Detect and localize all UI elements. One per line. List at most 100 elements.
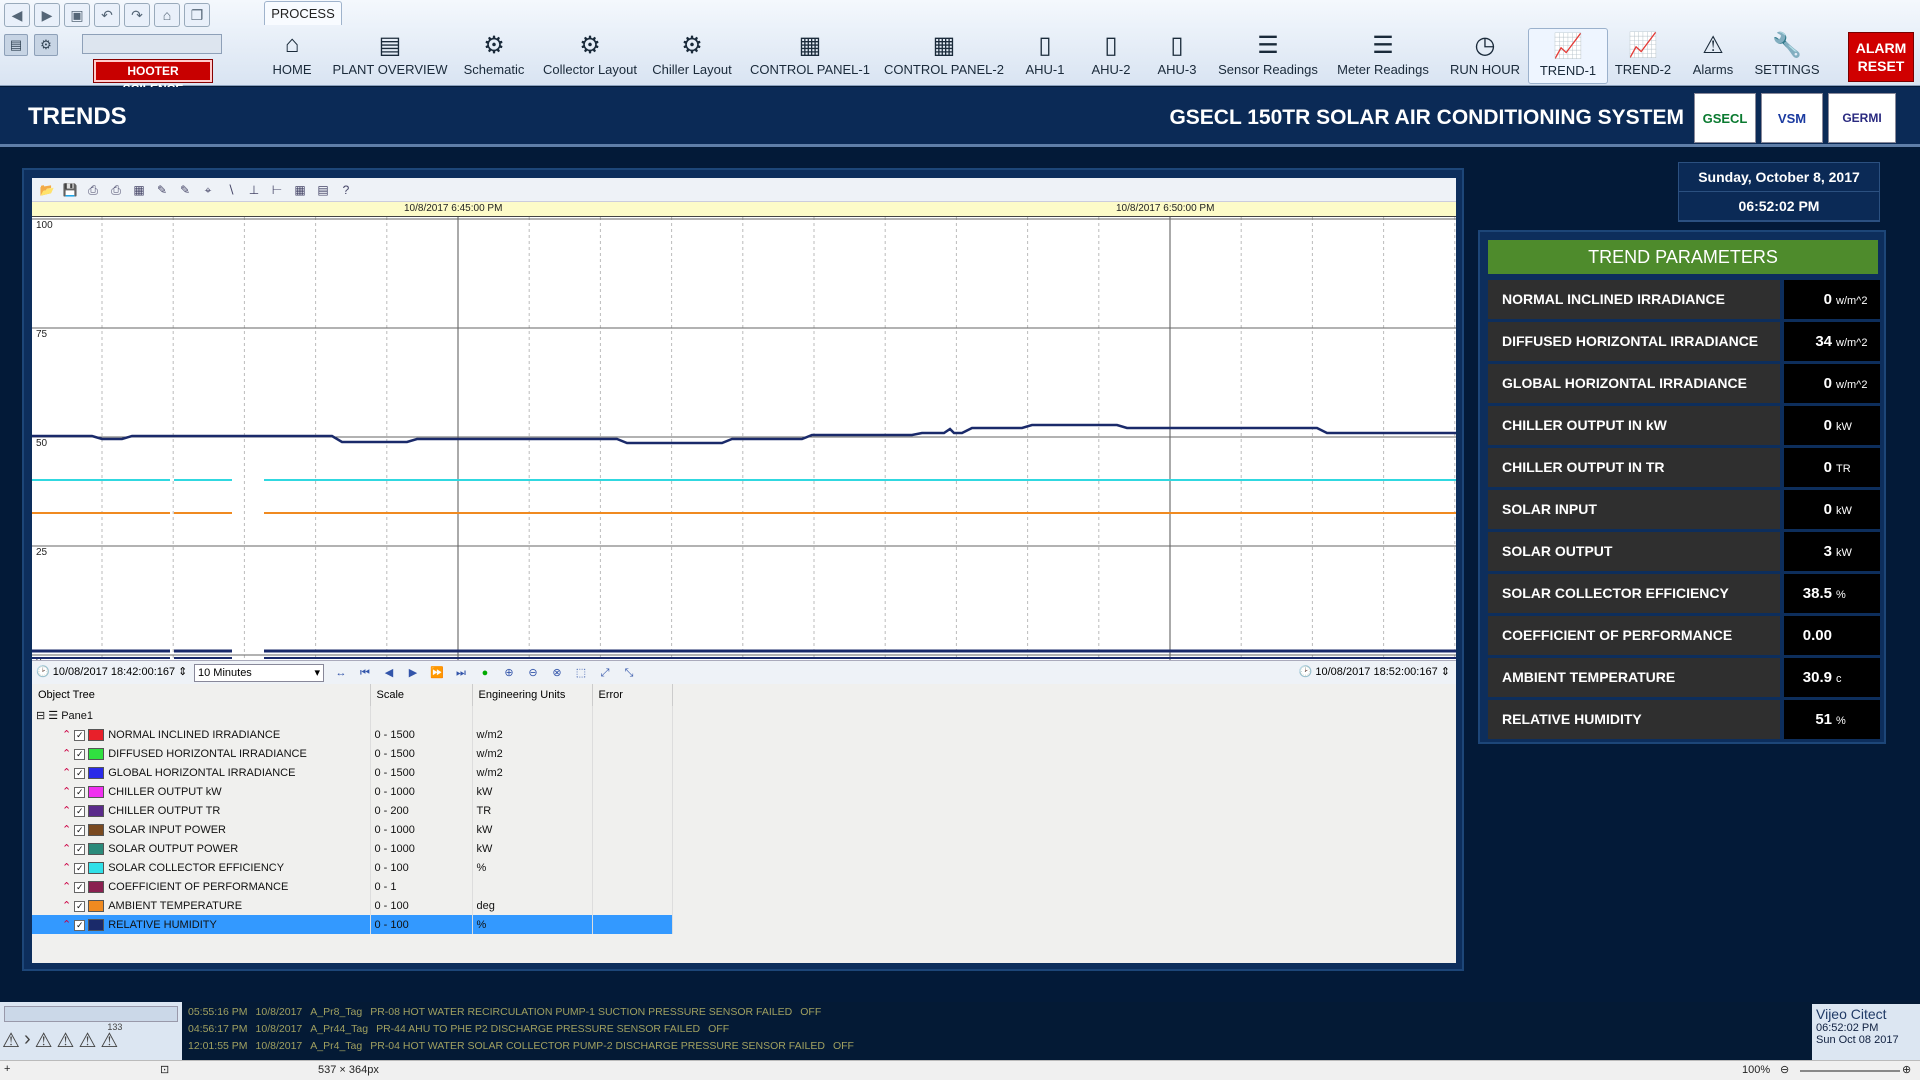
undo-icon[interactable]: ↶ <box>94 3 120 27</box>
alarm-bell-icon[interactable]: ⚠ <box>2 1028 20 1053</box>
export-icon[interactable]: ▦ <box>130 182 148 198</box>
fit-width-icon[interactable]: ↔ <box>332 664 350 682</box>
window-icon[interactable]: ▣ <box>64 3 90 27</box>
pen-row[interactable]: ⌃ ✓ NORMAL INCLINED IRRADIANCE 0 - 1500 w/m2 <box>32 725 673 744</box>
cursor-icon[interactable]: ⌖ <box>199 182 217 198</box>
pen-checkbox[interactable]: ✓ <box>74 900 86 912</box>
settings-small-icon[interactable]: ⚙ <box>34 34 58 56</box>
nav-home[interactable]: ⌂ HOME <box>252 28 332 84</box>
pen-checkbox[interactable]: ✓ <box>74 919 86 931</box>
zoom-out-icon[interactable]: ⊖ <box>524 664 542 682</box>
pen-checkbox[interactable]: ✓ <box>74 843 86 855</box>
span-select[interactable]: 10 Minutes ▾ <box>194 664 324 682</box>
forward-icon[interactable]: ▶ <box>34 3 60 27</box>
open-icon[interactable]: 📂 <box>38 182 56 198</box>
nav-sensor-readings[interactable]: ☰ Sensor Readings <box>1218 28 1318 84</box>
first-icon[interactable]: ⏮ <box>356 664 374 682</box>
print-icon[interactable]: ⎙ <box>84 182 102 198</box>
last-icon[interactable]: ⏭ <box>452 664 470 682</box>
help-icon[interactable]: ? <box>337 182 355 198</box>
nav-control-panel-1[interactable]: ▦ CONTROL PANEL-1 <box>750 28 870 84</box>
start-time-field[interactable]: 🕑 10/08/2017 18:42:00:167 ⇕ <box>36 665 187 678</box>
print-preview-icon[interactable]: ⎙ <box>107 182 125 198</box>
col-units[interactable]: Engineering Units <box>472 684 593 706</box>
alarm-reset-button[interactable]: ALARM RESET <box>1848 32 1914 82</box>
pen-row[interactable]: ⌃ ✓ COEFFICIENT OF PERFORMANCE 0 - 1 <box>32 877 673 896</box>
zoom-out-button[interactable]: ⊖ <box>1780 1063 1789 1076</box>
col-object-tree[interactable]: Object Tree <box>32 684 371 706</box>
pen-row[interactable]: ⌃ ✓ GLOBAL HORIZONTAL IRRADIANCE 0 - 1500 w/… <box>32 763 673 782</box>
nav-run-hour[interactable]: ◷ RUN HOUR <box>1445 28 1525 84</box>
prev-icon[interactable]: ◀ <box>380 664 398 682</box>
tab-process[interactable]: PROCESS <box>264 1 342 25</box>
pen-edit-icon[interactable]: ✎ <box>176 182 194 198</box>
nav-settings[interactable]: 🔧 SETTINGS <box>1747 28 1827 84</box>
expand-icon[interactable]: › <box>24 1028 31 1053</box>
copy-icon[interactable]: ❐ <box>184 3 210 27</box>
nav-alarms[interactable]: ⚠ Alarms <box>1673 28 1753 84</box>
nav-control-panel-2[interactable]: ▦ CONTROL PANEL-2 <box>884 28 1004 84</box>
nav-meter-readings[interactable]: ☰ Meter Readings <box>1337 28 1429 84</box>
hooter-input[interactable] <box>82 34 222 54</box>
pane-row[interactable]: ⊟ ☰ Pane1 <box>32 706 673 725</box>
pen-row[interactable]: ⌃ ✓ SOLAR COLLECTOR EFFICIENCY 0 - 100% <box>32 858 673 877</box>
grid-icon[interactable]: ▦ <box>291 182 309 198</box>
alarm-line[interactable]: 12:01:55 PM 10/8/2017 A_Pr4_Tag PR-04 HOT W… <box>188 1040 862 1052</box>
properties-icon[interactable]: ▤ <box>314 182 332 198</box>
next-icon[interactable]: ▶ <box>404 664 422 682</box>
silence-icon[interactable]: ⚠ <box>57 1028 75 1053</box>
printer-icon[interactable]: ▤ <box>4 34 28 56</box>
nav-plant-overview[interactable]: ▤ PLANT OVERVIEW <box>332 28 447 84</box>
alarm-count-icon[interactable]: ⚠ 133 <box>100 1022 122 1053</box>
pen-row[interactable]: ⌃ ✓ SOLAR INPUT POWER 0 - 1000 kW <box>32 820 673 839</box>
pen-checkbox[interactable]: ✓ <box>74 748 86 760</box>
pen-checkbox[interactable]: ✓ <box>74 767 86 779</box>
ruler-icon[interactable]: ⊢ <box>268 182 286 198</box>
zoom-in-icon[interactable]: ⊕ <box>500 664 518 682</box>
live-icon[interactable]: ● <box>476 664 494 682</box>
alarm-list-icon[interactable]: ⚠ <box>78 1028 96 1053</box>
pen-checkbox[interactable]: ✓ <box>74 824 86 836</box>
pen-row[interactable]: ⌃ ✓ RELATIVE HUMIDITY 0 - 100% <box>32 915 673 934</box>
pen-row[interactable]: ⌃ ✓ CHILLER OUTPUT kW 0 - 1000 kW <box>32 782 673 801</box>
pen-row[interactable]: ⌃ ✓ AMBIENT TEMPERATURE 0 - 100 deg <box>32 896 673 915</box>
pen-row[interactable]: ⌃ ✓ SOLAR OUTPUT POWER 0 - 1000 kW <box>32 839 673 858</box>
col-scale[interactable]: Scale <box>370 684 473 706</box>
pen-checkbox[interactable]: ✓ <box>74 805 86 817</box>
nav-collector-layout[interactable]: ⚙ Collector Layout <box>543 28 637 84</box>
nav-trend-1[interactable]: 📈 TREND-1 <box>1528 28 1608 84</box>
pen-checkbox[interactable]: ✓ <box>74 786 86 798</box>
trend-plot[interactable]: 1007550250 <box>32 216 1456 667</box>
zoom-reset-icon[interactable]: ⊗ <box>548 664 566 682</box>
alarm-line[interactable]: 05:55:16 PM 10/8/2017 A_Pr8_Tag PR-08 HOT W… <box>188 1006 829 1018</box>
param-row: AMBIENT TEMPERATURE 30.9 c <box>1488 658 1880 697</box>
home-small-icon[interactable]: ⌂ <box>154 3 180 27</box>
ack-icon[interactable]: ⚠ <box>35 1028 53 1053</box>
marker-icon[interactable]: ⊥ <box>245 182 263 198</box>
nav-trend-2[interactable]: 📈 TREND-2 <box>1603 28 1683 84</box>
col-error[interactable]: Error <box>592 684 673 706</box>
redo-icon[interactable]: ↷ <box>124 3 150 27</box>
end-time-field[interactable]: 🕑 10/08/2017 18:52:00:167 ⇕ <box>1299 665 1450 678</box>
fast-forward-icon[interactable]: ⏩ <box>428 664 446 682</box>
pen-checkbox[interactable]: ✓ <box>74 729 86 741</box>
nav-ahu-3[interactable]: ▯ AHU-3 <box>1137 28 1217 84</box>
fit-icon[interactable]: ⤢ <box>596 664 614 682</box>
zoom-in-button[interactable]: ⊕ <box>1902 1063 1911 1076</box>
nav-chiller-layout[interactable]: ⚙ Chiller Layout <box>652 28 732 84</box>
zoom-box-icon[interactable]: ⬚ <box>572 664 590 682</box>
add-icon[interactable]: + <box>4 1063 10 1075</box>
zoom-slider[interactable] <box>1800 1070 1900 1072</box>
back-icon[interactable]: ◀ <box>4 3 30 27</box>
hooter-silence-button[interactable]: HOOTER SCILENCE <box>93 59 213 96</box>
pen-row[interactable]: ⌃ ✓ DIFFUSED HORIZONTAL IRRADIANCE 0 - 1500… <box>32 744 673 763</box>
pen-checkbox[interactable]: ✓ <box>74 881 86 893</box>
alarm-line[interactable]: 04:56:17 PM 10/8/2017 A_Pr44_Tag PR-44 AHU … <box>188 1023 737 1035</box>
pen-icon[interactable]: ✎ <box>153 182 171 198</box>
autoscale-icon[interactable]: ⤡ <box>620 664 638 682</box>
pen-checkbox[interactable]: ✓ <box>74 862 86 874</box>
nav-schematic[interactable]: ⚙ Schematic <box>454 28 534 84</box>
pen-row[interactable]: ⌃ ✓ CHILLER OUTPUT TR 0 - 200 TR <box>32 801 673 820</box>
save-icon[interactable]: 💾 <box>61 182 79 198</box>
line-icon[interactable]: ∖ <box>222 182 240 198</box>
